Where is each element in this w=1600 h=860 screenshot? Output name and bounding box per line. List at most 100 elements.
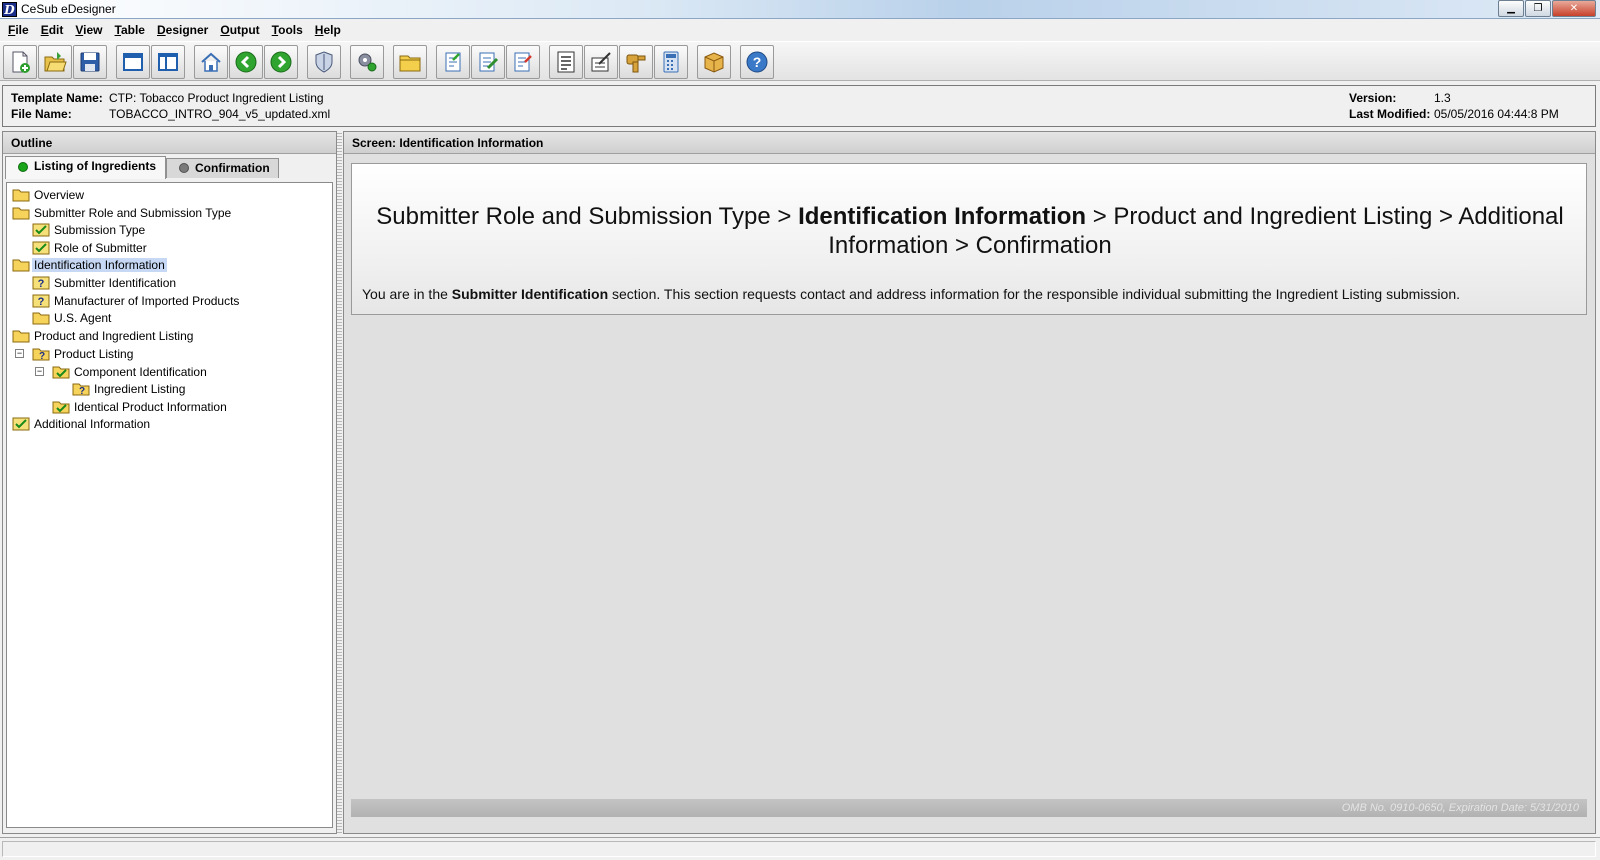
panel-splitter[interactable] [337,131,342,834]
export-icon [514,52,532,72]
edit-tool-button[interactable] [584,45,618,79]
save-icon [80,52,100,72]
tab-listing-of-ingredients[interactable]: Listing of Ingredients [5,156,166,179]
maximize-button[interactable]: ❐ [1525,0,1551,17]
outline-tree: Overview Submitter Role and Submission T… [6,182,333,828]
package-icon [704,52,724,73]
home-icon [201,52,221,72]
save-button[interactable] [73,45,107,79]
last-modified-value: 05/05/2016 04:44:8 PM [1434,107,1559,121]
close-button[interactable]: ✕ [1552,0,1596,17]
window-button[interactable] [116,45,150,79]
status-bar [0,837,1600,860]
svg-text:?: ? [753,54,762,70]
question-icon: ? [32,294,50,308]
menu-edit[interactable]: Edit [35,23,70,37]
svg-text:?: ? [38,278,45,290]
help-button[interactable]: ? [740,45,774,79]
back-button[interactable] [229,45,263,79]
template-name-label: Template Name: [11,91,103,105]
menu-help[interactable]: Help [309,23,347,37]
status-dot-icon [18,162,28,172]
title-bar: D CeSub eDesigner ▁ ❐ ✕ [0,0,1600,19]
tree-node-overview[interactable]: Overview [12,186,86,203]
menu-view[interactable]: View [69,23,108,37]
home-button[interactable] [194,45,228,79]
tree-node-submission-type[interactable]: Submission Type [32,221,147,238]
outline-header: Outline [3,132,336,154]
forward-button[interactable] [264,45,298,79]
split-panes-button[interactable] [151,45,185,79]
file-name-label: File Name: [11,107,72,121]
tree-node-ingredient-listing[interactable]: ? Ingredient Listing [72,380,187,397]
svg-text:?: ? [79,386,85,396]
file-name-value: TOBACCO_INTRO_904_v5_updated.xml [109,107,331,121]
outline-panel: Outline Listing of Ingredients Confirmat… [2,131,337,834]
collapse-toggle[interactable]: − [15,349,24,358]
menu-tools[interactable]: Tools [266,23,309,37]
collapse-toggle[interactable]: − [35,367,44,376]
check-icon [12,417,30,430]
screen-header: Screen: Identification Information [344,132,1595,154]
svg-text:?: ? [39,351,45,361]
tree-node-submitter-role[interactable]: Submitter Role and Submission Type [12,204,233,221]
toolbar: ? [0,41,1600,81]
breadcrumb: Submitter Role and Submission Type > Ide… [358,202,1582,260]
tree-node-manufacturer-imported[interactable]: ? Manufacturer of Imported Products [32,292,241,309]
menu-output[interactable]: Output [214,23,265,37]
new-document-button[interactable] [3,45,37,79]
version-value: 1.3 [1434,91,1451,105]
status-field [2,841,1596,857]
outline-tabs: Listing of Ingredients Confirmation [3,154,336,179]
tree-node-role-of-submitter[interactable]: Role of Submitter [32,239,149,256]
new-document-icon [12,51,30,73]
edit-icon [479,52,499,72]
minimize-button[interactable]: ▁ [1498,0,1524,17]
package-button[interactable] [697,45,731,79]
import-button[interactable] [436,45,470,79]
folder-check-icon [52,366,70,378]
menu-file[interactable]: File [2,23,35,37]
key-button[interactable] [619,45,653,79]
tree-node-product-ingredient-listing[interactable]: Product and Ingredient Listing [12,327,195,344]
tree-node-identification-information[interactable]: Identification Information [12,256,167,273]
template-name-value: CTP: Tobacco Product Ingredient Listing [109,91,324,105]
settings-button[interactable] [350,45,384,79]
tree-node-identical-product[interactable]: Identical Product Information [52,398,229,415]
calculator-icon [663,51,679,73]
tree-node-additional-information[interactable]: Additional Information [12,415,152,432]
menu-table[interactable]: Table [109,23,151,37]
form-icon [557,51,575,73]
export-button[interactable] [506,45,540,79]
forward-arrow-icon [270,51,292,73]
open-folder-icon [44,52,67,72]
question-icon: ? [32,276,50,290]
calculator-button[interactable] [654,45,688,79]
tree-node-component-identification[interactable]: Component Identification [52,363,209,380]
check-icon [32,241,50,254]
folder-icon [12,207,30,219]
tree-node-product-listing[interactable]: ? Product Listing [32,345,135,362]
menu-bar: File Edit View Table Designer Output Too… [0,19,1600,41]
window-icon [123,53,143,71]
edit-button[interactable] [471,45,505,79]
check-icon [32,223,50,236]
folder-icon [399,55,421,72]
screen-content: Submitter Role and Submission Type > Ide… [351,163,1587,315]
tree-node-submitter-identification[interactable]: ? Submitter Identification [32,274,178,291]
tree-node-us-agent[interactable]: U.S. Agent [32,309,113,326]
window-controls: ▁ ❐ ✕ [1497,0,1596,17]
edit-tool-icon [591,52,611,72]
folder-icon [12,330,30,342]
folder-button[interactable] [393,45,427,79]
menu-designer[interactable]: Designer [151,23,214,37]
last-modified-label: Last Modified: [1349,107,1431,121]
help-icon: ? [746,51,768,73]
tab-confirmation[interactable]: Confirmation [166,158,279,178]
validate-button[interactable] [307,45,341,79]
open-button[interactable] [38,45,72,79]
gears-icon [358,53,377,72]
folder-question-icon: ? [72,383,90,396]
form-button[interactable] [549,45,583,79]
folder-check-icon [52,401,70,413]
